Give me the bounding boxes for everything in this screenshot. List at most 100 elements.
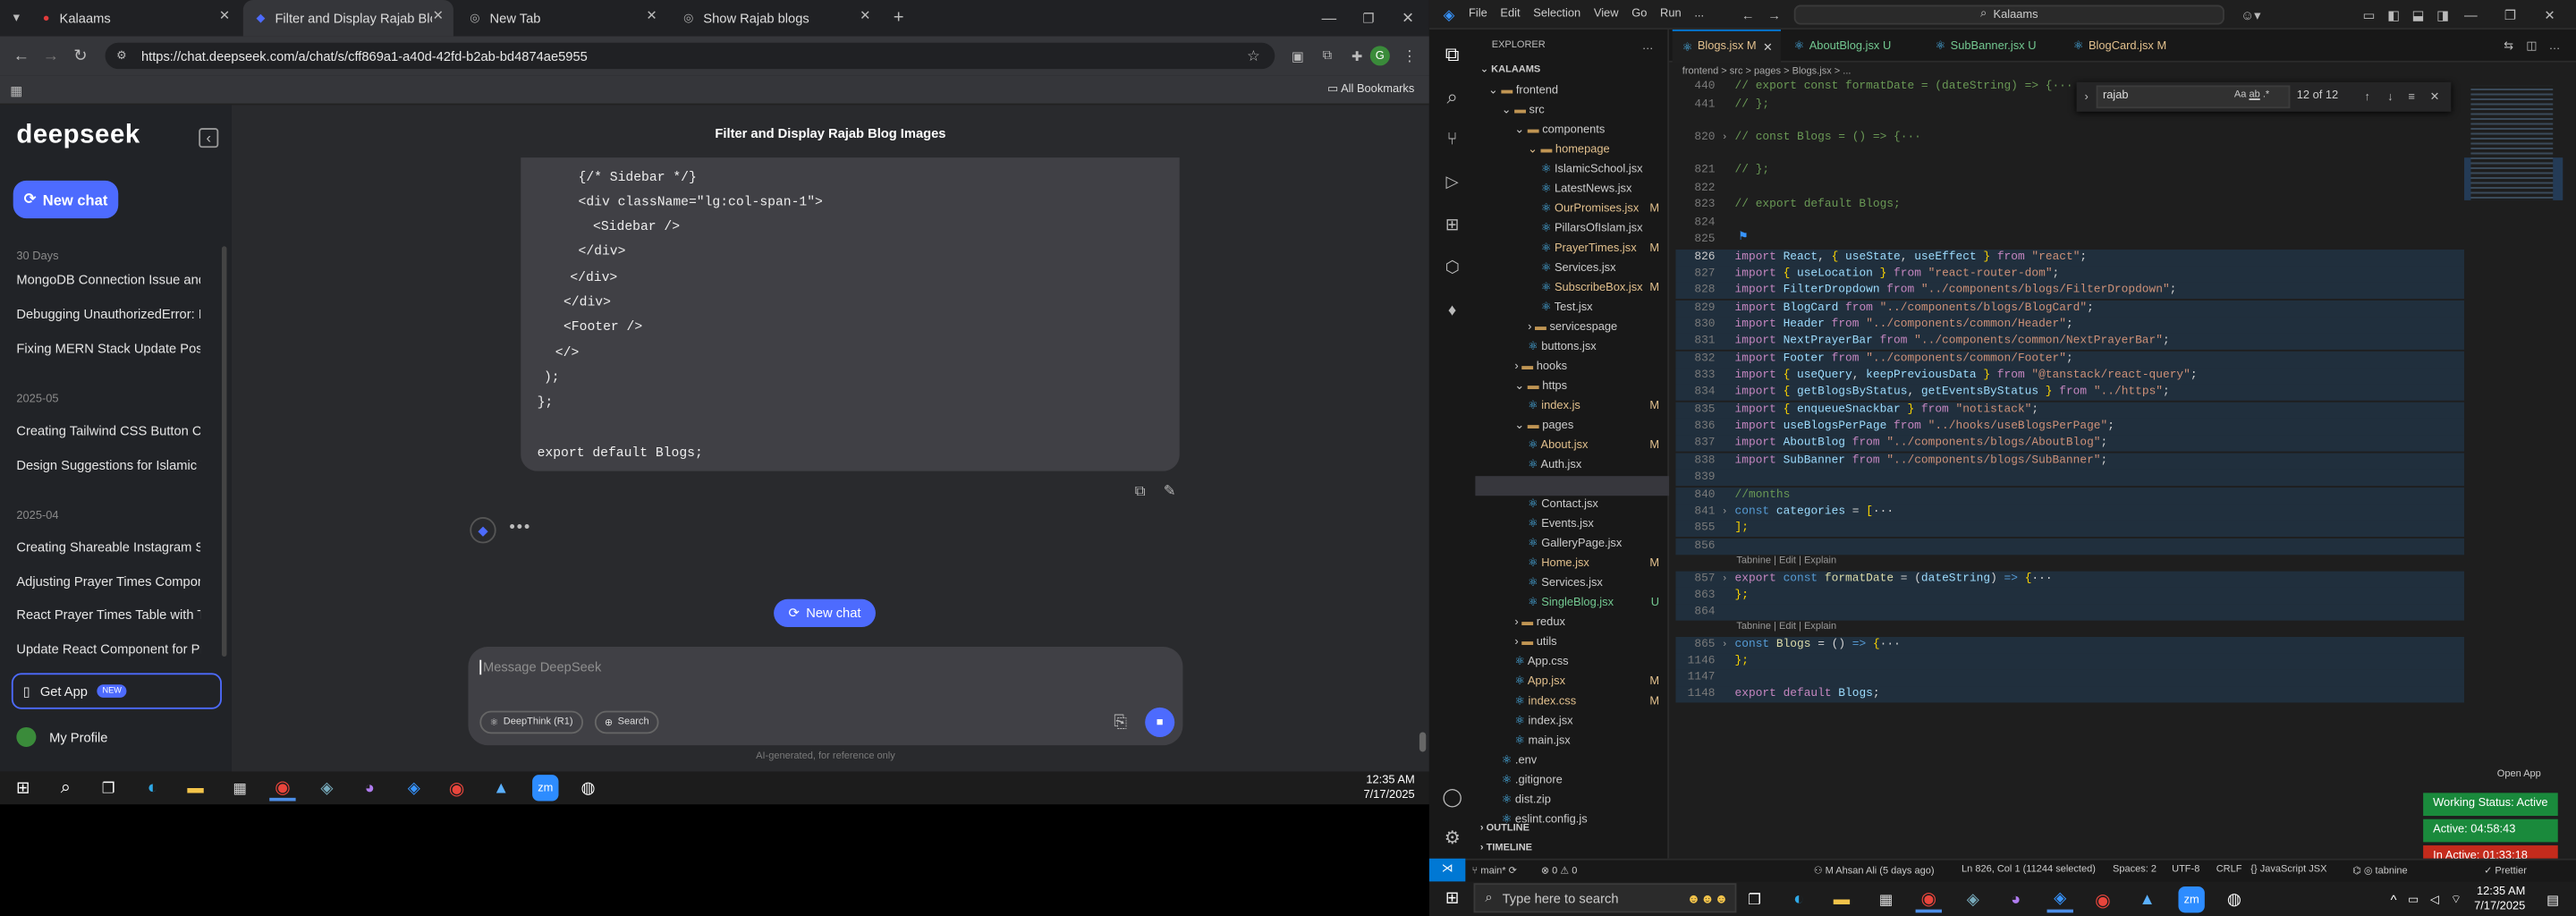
layout-icon[interactable]: ◧ — [2384, 5, 2403, 25]
status-prettier[interactable]: ✓ Prettier — [2484, 865, 2527, 877]
edge-icon[interactable]: ◐ — [140, 775, 165, 801]
close-window-icon[interactable]: ✕ — [1396, 6, 1419, 30]
breadcrumb[interactable]: frontend > src > pages > Blogs.jsx > ... — [1682, 67, 1852, 77]
tab-kalaams[interactable]: ● Kalaams ✕ — [30, 0, 240, 36]
menu-go[interactable]: Go — [1631, 8, 1647, 20]
windows-start-icon[interactable]: ⊞ — [1439, 885, 1465, 911]
network-icon[interactable]: ▭ — [2405, 888, 2421, 912]
tree-file[interactable]: ⚛ LatestNews.jsx — [1541, 181, 1659, 200]
photos-icon[interactable]: ▲ — [487, 775, 513, 801]
timeline-section[interactable]: › TIMELINE — [1480, 844, 1532, 853]
run-debug-icon[interactable]: ▷ — [1439, 169, 1465, 195]
message-input[interactable]: Message DeepSeek — [479, 659, 601, 675]
more-actions-icon[interactable]: … — [1640, 38, 1656, 54]
vscode-taskbar-icon[interactable]: ◈ — [2046, 886, 2073, 913]
star-icon[interactable]: ☆ — [1243, 46, 1263, 65]
tab-new-tab[interactable]: ◎ New Tab ✕ — [457, 0, 667, 36]
new-chat-float-button[interactable]: ⟳ New chat — [774, 598, 876, 628]
split-editor-icon[interactable]: ◫ — [2523, 38, 2539, 54]
search-button[interactable]: ⊕ Search — [594, 710, 659, 734]
tree-folder[interactable]: › ▬ servicespage — [1528, 318, 1659, 338]
tree-file[interactable]: ⚛ Test.jsx — [1541, 299, 1659, 318]
new-tab-plus-icon[interactable]: + — [887, 6, 911, 30]
outline-section[interactable]: › OUTLINE — [1480, 824, 1530, 834]
profile-row[interactable]: My Profile — [16, 726, 107, 747]
code-lens[interactable]: Tabnine | Edit | Explain — [1736, 556, 1836, 566]
menu-file[interactable]: File — [1469, 8, 1487, 20]
fold-chevron-icon[interactable]: › — [1722, 572, 1728, 589]
maximize-icon[interactable]: ❐ — [1357, 6, 1380, 30]
github-icon[interactable]: ◕ — [357, 775, 383, 801]
search-icon[interactable]: ⌕ — [1439, 84, 1465, 110]
close-icon[interactable]: ✕ — [433, 8, 444, 23]
tree-file[interactable]: ⚛ Contact.jsx — [1528, 496, 1659, 515]
chrome-icon[interactable]: ◉ — [444, 775, 470, 801]
arrow-up-icon[interactable]: ↑ — [2360, 87, 2376, 106]
tree-file[interactable]: ⚛ main.jsx — [1514, 732, 1659, 751]
chat-history-item[interactable]: Update React Component for Pr — [16, 642, 200, 657]
reload-icon[interactable]: ↻ — [69, 45, 92, 68]
tree-file[interactable]: ⚛ Services.jsx — [1528, 574, 1659, 594]
tree-file[interactable]: ⚛ IslamicSchool.jsx — [1541, 161, 1659, 181]
extension-icon[interactable]: ⧉ — [1318, 46, 1337, 65]
status-spaces[interactable]: Spaces: 2 — [2113, 865, 2157, 875]
command-center[interactable]: ⌕ Kalaams — [1793, 4, 2224, 25]
status-problems[interactable]: ⊗ 0 ⚠ 0 — [1541, 865, 1578, 877]
tree-file[interactable]: ⚛ OurPromises.jsx M — [1541, 200, 1659, 220]
tree-file[interactable]: ⚛ PillarsOfIslam.jsx — [1541, 220, 1659, 240]
status-position[interactable]: Ln 826, Col 1 (11244 selected) — [1962, 865, 2096, 875]
file-explorer-icon[interactable]: ▬ — [1828, 886, 1854, 912]
fold-chevron-icon[interactable]: › — [1722, 130, 1728, 147]
tab-search-icon[interactable]: ▾ — [6, 6, 26, 26]
tree-file[interactable]: ⚛ PrayerTimes.jsx M — [1541, 240, 1659, 259]
fold-chevron-icon[interactable]: › — [1722, 504, 1728, 521]
menu-dots-icon[interactable]: ⋮ — [1400, 46, 1419, 65]
tree-folder[interactable]: ⌄ ▬ src — [1502, 102, 1659, 122]
tree-file[interactable]: ⚛ App.css — [1514, 653, 1659, 673]
tab-filter-display[interactable]: ◆ Filter and Display Rajab Blog Im✕ — [242, 0, 453, 37]
find-options[interactable]: Aa ab .* — [2234, 90, 2269, 100]
tree-file[interactable]: ⚛ Auth.jsx — [1528, 456, 1659, 476]
layout-icon[interactable]: ▭ — [2360, 5, 2379, 25]
extension-icon[interactable]: ▣ — [1288, 46, 1308, 65]
nav-back-icon[interactable]: ← — [1738, 5, 1758, 25]
close-window-icon[interactable]: ✕ — [2540, 5, 2560, 25]
chat-history-item[interactable]: MongoDB Connection Issue and — [16, 273, 200, 288]
arrow-down-icon[interactable]: ↓ — [2382, 87, 2398, 106]
tree-folder[interactable]: › ▬ hooks — [1514, 358, 1659, 377]
chat-history-item[interactable]: React Prayer Times Table with Ta — [16, 607, 200, 623]
app-icon[interactable]: ◍ — [575, 775, 601, 801]
editor-tab-subbanner[interactable]: ⚛ SubBanner.jsx U — [1926, 30, 2057, 63]
taskbar-search[interactable]: ⌕ Type here to search ☻☻☻ — [1473, 883, 1737, 913]
source-control-icon[interactable]: ⑂ — [1439, 126, 1465, 152]
all-bookmarks[interactable]: ▭ All Bookmarks — [1327, 82, 1414, 96]
more-actions-icon[interactable]: … — [2546, 38, 2563, 54]
zoom-icon[interactable]: zm — [2178, 886, 2205, 913]
app-icon[interactable]: ◍ — [2221, 886, 2247, 912]
wifi-icon[interactable]: ⌔ — [2448, 888, 2464, 912]
chrome-icon[interactable]: ◉ — [2089, 886, 2115, 912]
menu-run[interactable]: Run — [1660, 8, 1682, 20]
copilot-icon[interactable]: ☺▾ — [2238, 5, 2264, 25]
status-encoding[interactable]: UTF-8 — [2172, 865, 2199, 875]
apps-grid-icon[interactable]: ▦ — [6, 81, 26, 100]
zoom-icon[interactable]: zm — [532, 775, 559, 802]
settings-gear-icon[interactable]: ⚙ — [1439, 824, 1465, 850]
tree-file[interactable]: ⚛ index.css M — [1514, 692, 1659, 712]
tree-folder[interactable]: ⌄ ▬ pages — [1514, 417, 1659, 437]
tree-file[interactable]: ⚛ index.jsx — [1514, 712, 1659, 732]
tree-file[interactable]: ⚛ Services.jsx — [1541, 259, 1659, 279]
avatar[interactable]: G — [1369, 46, 1390, 66]
chrome-icon[interactable]: ◉ — [1915, 886, 1942, 913]
menu-selection[interactable]: Selection — [1533, 8, 1580, 20]
extensions-icon[interactable]: ⊞ — [1439, 212, 1465, 238]
tree-file[interactable]: ⚛ Events.jsx — [1528, 515, 1659, 535]
chat-history-item[interactable]: Design Suggestions for Islamic W — [16, 458, 200, 473]
deepthink-button[interactable]: ⚛ DeepThink (R1) — [479, 710, 583, 734]
app-icon[interactable]: ◈ — [1960, 886, 1986, 912]
tree-folder[interactable]: › ▬ redux — [1514, 614, 1659, 633]
editor-tab-aboutblog[interactable]: ⚛ AboutBlog.jsx U — [1784, 30, 1916, 63]
notification-icon[interactable]: ▤ — [2543, 888, 2563, 912]
tree-folder[interactable]: ⌄ ▬ components — [1514, 122, 1659, 141]
site-info-icon[interactable]: ⚙ — [112, 46, 131, 65]
